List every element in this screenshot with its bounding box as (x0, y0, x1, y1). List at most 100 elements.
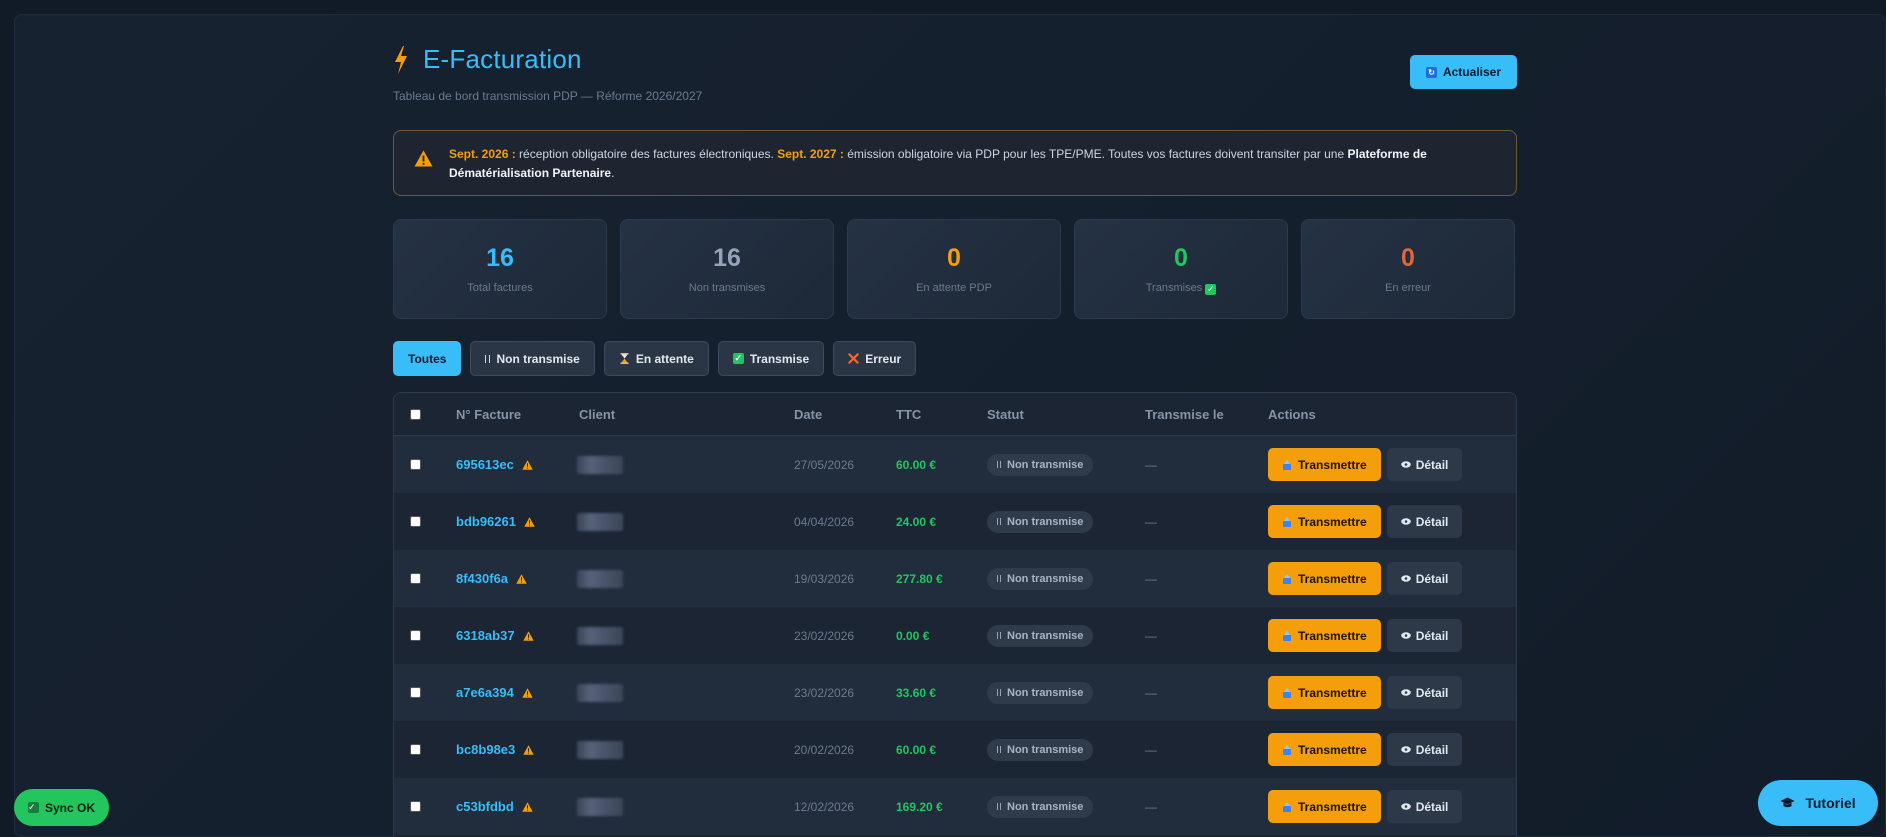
row-checkbox[interactable] (410, 801, 421, 812)
stat-card-error: 0 En erreur (1301, 219, 1515, 319)
filter-all[interactable]: Toutes (393, 341, 462, 376)
col-date[interactable]: Date (794, 407, 896, 422)
transmit-button[interactable]: Transmettre (1268, 562, 1381, 595)
stat-card-not-sent: 16 Non transmises (620, 219, 834, 319)
invoice-number-link[interactable]: 695613ec (456, 457, 514, 472)
send-icon (1283, 687, 1291, 698)
transmit-button[interactable]: Transmettre (1268, 790, 1381, 823)
row-checkbox[interactable] (410, 744, 421, 755)
warning-icon (523, 745, 534, 755)
status-badge: Non transmise (987, 624, 1094, 647)
invoice-number-link[interactable]: a7e6a394 (456, 685, 514, 700)
row-checkbox[interactable] (410, 630, 421, 641)
transmit-button[interactable]: Transmettre (1268, 448, 1381, 481)
warning-icon (522, 688, 533, 698)
send-icon (1283, 516, 1291, 527)
col-ttc[interactable]: TTC (896, 407, 987, 422)
pause-icon (485, 354, 491, 363)
table-row: bc8b98e3 20/02/2026 60.00 € Non transmis… (394, 721, 1516, 778)
transmit-button[interactable]: Transmettre (1268, 619, 1381, 652)
invoice-ttc: 24.00 € (896, 514, 937, 529)
pause-icon (997, 746, 1001, 753)
detail-button[interactable]: Détail (1386, 448, 1463, 481)
col-status[interactable]: Statut (987, 407, 1145, 422)
invoice-number-link[interactable]: bc8b98e3 (456, 742, 515, 757)
pause-icon (997, 803, 1001, 810)
filter-error[interactable]: Erreur (833, 341, 917, 376)
stat-label: Transmises ✓ (1145, 282, 1217, 295)
status-badge: Non transmise (987, 567, 1094, 590)
detail-button[interactable]: Détail (1386, 733, 1463, 766)
select-all-checkbox[interactable] (410, 408, 421, 420)
stats-cards: 16 Total factures 16 Non transmises 0 En… (393, 219, 1517, 319)
row-checkbox[interactable] (410, 573, 421, 584)
warning-icon (522, 802, 533, 812)
stat-value: 16 (486, 244, 514, 272)
client-name-redacted (577, 455, 623, 474)
transmit-button[interactable]: Transmettre (1268, 676, 1381, 709)
client-name-redacted (577, 512, 623, 531)
detail-button[interactable]: Détail (1386, 562, 1463, 595)
filter-sent[interactable]: ✓ Transmise (717, 341, 825, 376)
filter-pending[interactable]: En attente (603, 341, 709, 376)
invoice-ttc: 169.20 € (896, 799, 943, 814)
transmit-button[interactable]: Transmettre (1268, 733, 1381, 766)
status-badge: Non transmise (987, 681, 1094, 704)
sent-on-value: — (1145, 628, 1157, 643)
col-client[interactable]: Client (579, 407, 794, 422)
stat-value: 16 (713, 244, 741, 272)
transmit-button[interactable]: Transmettre (1268, 505, 1381, 538)
tutorial-button[interactable]: Tutoriel (1758, 780, 1878, 826)
detail-button[interactable]: Détail (1386, 619, 1463, 652)
sent-on-value: — (1145, 685, 1157, 700)
row-checkbox[interactable] (410, 459, 421, 470)
send-icon (1283, 459, 1291, 470)
invoice-date: 04/04/2026 (794, 514, 855, 529)
row-checkbox[interactable] (410, 516, 421, 527)
eye-icon (1400, 689, 1411, 696)
cross-icon (848, 353, 859, 364)
invoice-number-link[interactable]: c53bfdbd (456, 799, 514, 814)
pause-icon (997, 689, 1001, 696)
sync-status-badge[interactable]: ✓ Sync OK (14, 789, 110, 826)
alert-text-2: émission obligatoire via PDP pour les TP… (843, 147, 1348, 161)
invoice-date: 20/02/2026 (794, 742, 855, 757)
invoice-number-link[interactable]: 6318ab37 (456, 628, 515, 643)
detail-button[interactable]: Détail (1386, 790, 1463, 823)
col-invoice-number[interactable]: N° Facture (456, 407, 579, 422)
table-row: 8f430f6a 19/03/2026 277.80 € Non transmi… (394, 550, 1516, 607)
page-subtitle: Tableau de bord transmission PDP — Réfor… (393, 89, 703, 103)
stat-label: Total factures (467, 282, 533, 294)
col-sent-on[interactable]: Transmise le (1145, 407, 1268, 422)
table-row: c53bfdbd 12/02/2026 169.20 € Non transmi… (394, 778, 1516, 835)
eye-icon (1400, 461, 1411, 468)
filter-not-sent[interactable]: Non transmise (470, 341, 595, 376)
table-header: N° Facture Client Date TTC Statut Transm… (394, 393, 1516, 436)
check-icon: ✓ (732, 353, 744, 364)
detail-button[interactable]: Détail (1386, 676, 1463, 709)
refresh-button[interactable]: ↻ Actualiser (1409, 55, 1517, 89)
client-name-redacted (577, 569, 623, 588)
stat-value: 0 (1174, 244, 1188, 272)
table-body: 695613ec 27/05/2026 60.00 € Non transmis… (394, 436, 1516, 835)
client-name-redacted (577, 797, 623, 816)
graduation-cap-icon (1780, 797, 1795, 808)
eye-icon (1400, 575, 1411, 582)
refresh-icon: ↻ (1425, 66, 1437, 78)
eye-icon (1400, 632, 1411, 639)
invoice-number-link[interactable]: bdb96261 (456, 514, 516, 529)
invoice-ttc: 33.60 € (896, 685, 937, 700)
sent-on-value: — (1145, 799, 1157, 814)
stat-value: 0 (1401, 244, 1415, 272)
invoice-date: 12/02/2026 (794, 799, 855, 814)
page-title: E-Facturation (423, 44, 582, 74)
invoice-number-link[interactable]: 8f430f6a (456, 571, 508, 586)
check-icon: ✓ (1205, 284, 1217, 295)
pause-icon (997, 461, 1001, 468)
row-checkbox[interactable] (410, 687, 421, 698)
alert-date-2027: Sept. 2027 : (777, 147, 844, 161)
warning-icon (516, 574, 527, 584)
detail-button[interactable]: Détail (1386, 505, 1463, 538)
stat-label: En attente PDP (916, 282, 992, 294)
sent-on-value: — (1145, 571, 1157, 586)
